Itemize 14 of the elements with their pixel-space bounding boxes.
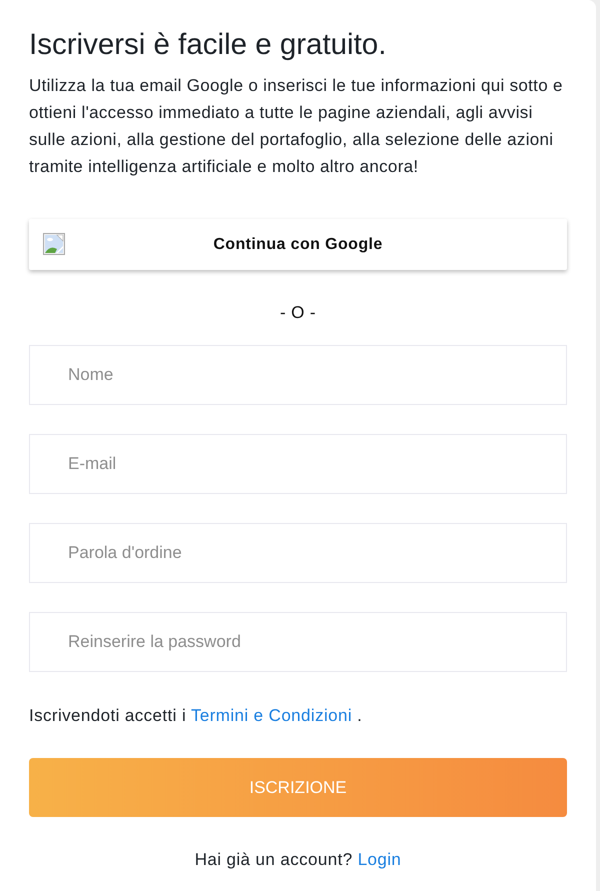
password-field[interactable]: Parola d'ordine: [29, 523, 567, 583]
or-divider-text: - O -: [280, 303, 316, 323]
password-confirm-field[interactable]: Reinserire la password: [29, 612, 567, 672]
page-heading: Iscriversi è facile e gratuito.: [29, 28, 388, 62]
terms-link[interactable]: Termini e Condizioni: [190, 706, 352, 725]
terms-sentence: Iscrivendoti accetti i Termini e Condizioni .: [29, 706, 364, 726]
name-field[interactable]: Nome: [29, 345, 567, 405]
login-prompt: Hai già un account? Login: [194, 850, 402, 870]
signup-button[interactable]: ISCRIZIONE: [29, 758, 567, 817]
google-signin-button[interactable]: Continua con Google: [29, 219, 567, 270]
intro-paragraph: Utilizza la tua email Google o inserisci le tue informazioni qui sotto e ottieni l'accesso immediato a tutte le pagine aziendali, agli avvisi sulle azioni, alla gestione del portafoglio, alla selezione delle azioni tramite intelligenza artificiale e molto altro ancora!: [29, 75, 564, 178]
login-link[interactable]: Login: [358, 850, 402, 869]
email-field[interactable]: E-mail: [29, 434, 567, 494]
broken-image-icon: [43, 233, 65, 255]
